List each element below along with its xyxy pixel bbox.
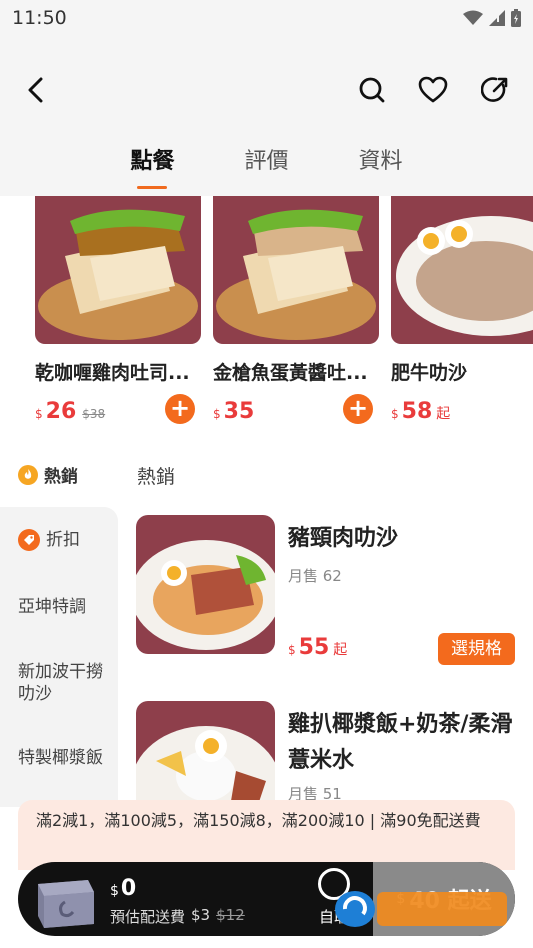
product-price: $ 55 起 <box>288 635 348 660</box>
product-image <box>136 701 275 807</box>
flame-icon <box>18 464 38 485</box>
tab-order[interactable]: 點餐 <box>130 143 174 189</box>
add-to-cart-button[interactable]: + <box>343 394 373 424</box>
favorite-button[interactable] <box>415 72 451 108</box>
status-time: 11:50 <box>12 7 67 29</box>
cart-bag-icon <box>38 880 94 928</box>
sidebar-item-label: 熱銷 <box>44 467 78 487</box>
select-options-button[interactable]: 選規格 <box>438 633 515 665</box>
wifi-icon <box>463 10 483 25</box>
featured-price: $ 58 起 <box>391 399 451 424</box>
share-icon <box>481 77 508 102</box>
featured-card[interactable]: 肥牛叻沙 $ 58 起 <box>391 196 533 424</box>
status-bar: 11:50 <box>0 0 533 36</box>
back-arrow-icon <box>28 77 43 103</box>
original-price: $38 <box>82 407 106 421</box>
category-sidebar: 折扣 亞坤特調 新加波干撈叻沙 特製椰漿飯 <box>0 507 118 807</box>
featured-card[interactable]: 金槍魚蛋黃醬吐... $ 35 + <box>213 196 379 424</box>
battery-icon <box>511 9 521 27</box>
sidebar-item[interactable]: 新加波干撈叻沙 <box>18 661 108 705</box>
featured-card[interactable]: 乾咖喱雞肉吐司... $ 26 $38 + <box>35 196 201 424</box>
product-image <box>136 515 275 654</box>
featured-image <box>35 196 201 344</box>
status-icons <box>463 9 521 27</box>
product-title: 豬頸肉叻沙 <box>288 526 399 551</box>
tab-bar: 點餐 評價 資料 <box>0 143 533 189</box>
heart-icon <box>418 76 448 103</box>
search-button[interactable] <box>354 72 390 108</box>
featured-image <box>213 196 379 344</box>
featured-name: 金槍魚蛋黃醬吐... <box>213 362 368 384</box>
search-icon <box>359 77 385 103</box>
product-title: 雞扒椰漿飯+奶茶/柔滑薏米水 <box>288 712 513 773</box>
featured-name: 乾咖喱雞肉吐司... <box>35 362 190 384</box>
back-button[interactable] <box>18 72 54 108</box>
delivery-fee: 預估配送費 $3 $12 <box>110 906 245 926</box>
top-navigation: 點餐 評價 資料 <box>0 36 533 196</box>
tab-reviews[interactable]: 評價 <box>244 143 288 189</box>
category-header: 熱銷 熱銷 <box>0 458 533 492</box>
monthly-sales: 月售 62 <box>288 567 342 585</box>
watermark-logo <box>335 891 507 927</box>
section-title: 熱銷 <box>137 466 176 488</box>
promo-banner: 滿2減1，滿100減5，滿150減8，滿200減10 | 滿90免配送費 <box>18 800 515 870</box>
product-item[interactable]: 雞扒椰漿飯+奶茶/柔滑薏米水 月售 51 <box>136 693 533 807</box>
sidebar-item[interactable]: 亞坤特調 <box>18 596 108 618</box>
sidebar-item-label: 折扣 <box>46 530 80 550</box>
signal-icon <box>489 10 505 26</box>
discount-tag-icon <box>18 529 40 551</box>
sidebar-item-hot[interactable]: 熱銷 <box>18 462 78 487</box>
cart-total: $ 0 <box>110 876 137 901</box>
product-list[interactable]: 豬頸肉叻沙 月售 62 $ 55 起 選規格 雞扒椰漿飯+奶茶/柔滑薏米水 月售… <box>118 507 533 807</box>
featured-name: 肥牛叻沙 <box>391 362 468 384</box>
share-button[interactable] <box>477 72 513 108</box>
store-menu-screen: 11:50 點餐 評價 資料 乾咖喱雞肉吐司... $ 26 $38 + 金槍魚… <box>0 0 533 948</box>
featured-image <box>391 196 533 344</box>
sidebar-item-discount[interactable]: 折扣 <box>18 529 108 551</box>
add-to-cart-button[interactable]: + <box>165 394 195 424</box>
featured-carousel[interactable]: 乾咖喱雞肉吐司... $ 26 $38 + 金槍魚蛋黃醬吐... $ 35 + … <box>0 196 533 436</box>
sidebar-item[interactable]: 特製椰漿飯 <box>18 747 108 769</box>
product-item[interactable]: 豬頸肉叻沙 月售 62 $ 55 起 選規格 <box>136 507 533 665</box>
cart-button[interactable] <box>30 872 100 928</box>
tab-info[interactable]: 資料 <box>359 143 403 189</box>
